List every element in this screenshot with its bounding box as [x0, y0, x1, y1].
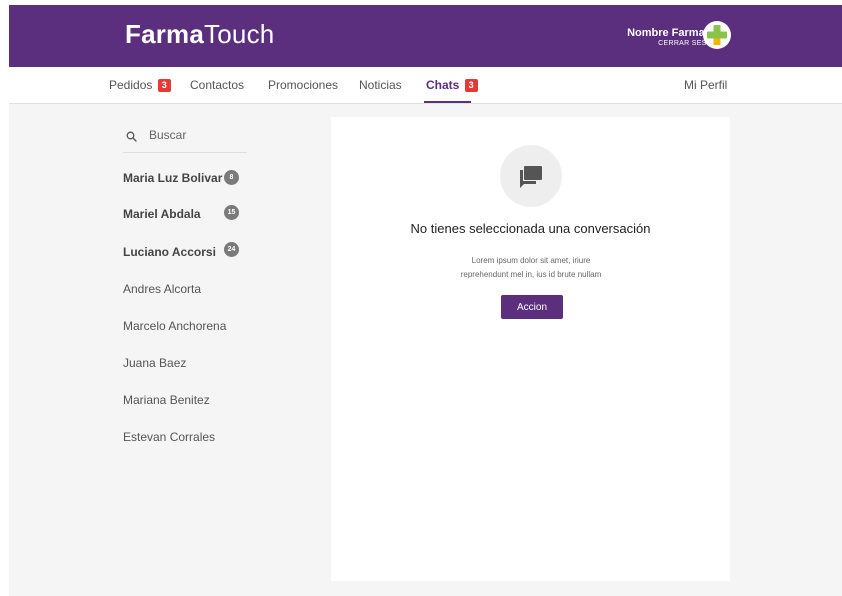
- tab-pedidos-label: Pedidos: [109, 78, 153, 92]
- conversation-panel: No tienes seleccionada una conversación …: [331, 117, 730, 581]
- contact-item[interactable]: Luciano Accorsi: [123, 245, 216, 259]
- pharmacy-cross-icon[interactable]: [703, 21, 731, 49]
- logo-bold: Farma: [125, 19, 205, 49]
- unread-count-badge: 8: [224, 170, 239, 185]
- profile-link[interactable]: Mi Perfil: [684, 77, 727, 93]
- unread-count-badge: 24: [224, 242, 239, 257]
- contact-name: Estevan Corrales: [123, 430, 216, 444]
- logo-light: Touch: [204, 19, 275, 49]
- contact-item[interactable]: Mariana Benitez: [123, 393, 210, 407]
- contact-item[interactable]: Marcelo Anchorena: [123, 319, 226, 333]
- empty-state-description: Lorem ipsum dolor sit amet, iriure repre…: [431, 254, 631, 282]
- contact-name: Luciano Accorsi: [123, 245, 216, 259]
- tab-contactos[interactable]: Contactos: [190, 77, 244, 93]
- tab-chats[interactable]: Chats 3: [426, 77, 478, 93]
- empty-state-line-1: Lorem ipsum dolor sit amet, iriure: [471, 256, 591, 265]
- tab-promociones[interactable]: Promociones: [268, 77, 338, 93]
- contact-item[interactable]: Andres Alcorta: [123, 282, 201, 296]
- chat-icon: [518, 163, 544, 194]
- contact-name: Mariana Benitez: [123, 393, 210, 407]
- empty-state-icon-circle: [500, 145, 562, 207]
- app-frame: FarmaTouch Nombre Farmacia CERRAR SESIÓN…: [9, 5, 842, 596]
- search-field[interactable]: Buscar: [123, 125, 247, 153]
- empty-state-title: No tienes seleccionada una conversación: [410, 221, 651, 236]
- search-icon: [126, 129, 137, 147]
- contact-name: Andres Alcorta: [123, 282, 202, 296]
- contact-name: Maria Luz Bolivar: [123, 171, 223, 185]
- action-button[interactable]: Accion: [501, 295, 563, 319]
- contact-item[interactable]: Juana Baez: [123, 356, 186, 370]
- active-tab-indicator: [424, 101, 471, 103]
- chats-badge: 3: [464, 79, 478, 92]
- top-header: FarmaTouch Nombre Farmacia CERRAR SESIÓN: [9, 5, 842, 67]
- contact-name: Juana Baez: [123, 356, 187, 370]
- main-nav: Pedidos 3 Contactos Promociones Noticias…: [9, 67, 842, 104]
- contact-item[interactable]: Estevan Corrales: [123, 430, 215, 444]
- unread-count-badge: 15: [224, 205, 239, 220]
- tab-pedidos[interactable]: Pedidos 3: [109, 77, 171, 93]
- pedidos-badge: 3: [157, 79, 171, 92]
- tab-chats-label: Chats: [426, 78, 460, 92]
- contact-name: Marcelo Anchorena: [123, 319, 227, 333]
- contact-name: Mariel Abdala: [123, 207, 201, 221]
- empty-state-line-2: reprehendunt mel in, ius id brute nullam: [460, 270, 602, 279]
- search-input[interactable]: Buscar: [149, 128, 186, 142]
- contact-item[interactable]: Mariel Abdala: [123, 207, 201, 221]
- contact-item[interactable]: Maria Luz Bolivar: [123, 171, 222, 185]
- app-logo[interactable]: FarmaTouch: [125, 19, 274, 49]
- tab-noticias[interactable]: Noticias: [359, 77, 402, 93]
